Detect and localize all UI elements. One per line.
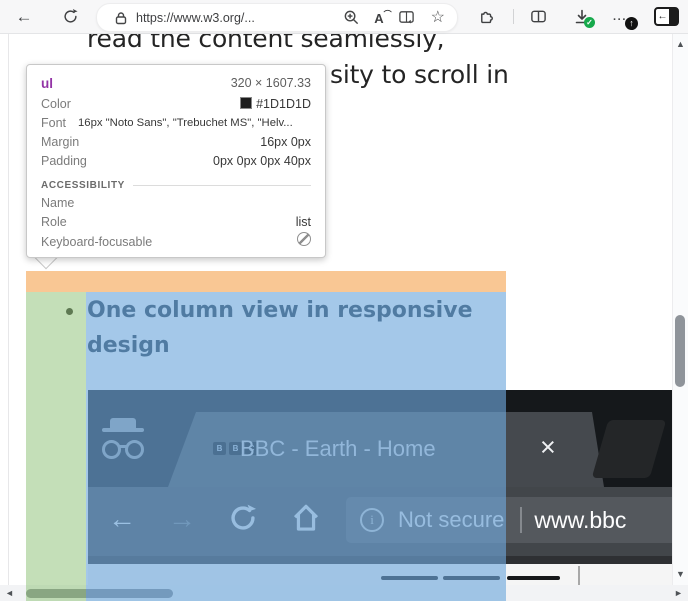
element-dimensions: 320 × 1607.33 — [231, 74, 311, 93]
a11y-label: Name — [41, 194, 74, 213]
property-value: 16px 0px — [260, 133, 311, 152]
property-label: Padding — [41, 152, 87, 171]
not-allowed-icon — [297, 232, 311, 252]
scroll-down-arrow[interactable]: ▼ — [676, 570, 685, 579]
update-badge: ↑ — [625, 17, 638, 30]
devtools-content-highlight — [86, 292, 506, 601]
toolbar-divider — [513, 9, 514, 24]
immersive-reader-icon[interactable] — [398, 9, 415, 26]
address-divider — [520, 507, 522, 533]
mobile-tab-close-icon: × — [540, 432, 556, 463]
paragraph-line-2-fragment: sity to scroll in — [330, 60, 509, 89]
property-label: Font — [41, 114, 66, 133]
lock-icon[interactable] — [114, 11, 128, 25]
split-screen-button[interactable] — [524, 4, 552, 30]
devtools-padding-highlight — [26, 292, 86, 601]
content-vertical-rule — [578, 566, 580, 585]
browser-toolbar: ← https://www.w3.org/... A⌒ — [0, 0, 688, 34]
download-done-badge: ✓ — [584, 17, 595, 28]
mobile-url-text: www.bbc — [534, 507, 626, 534]
property-value: 16px "Noto Sans", "Trebuchet MS", "Helv.… — [78, 114, 311, 133]
vertical-scrollbar[interactable] — [672, 33, 688, 585]
more-dots-icon: ··· ↑ — [613, 9, 631, 25]
section-rule — [133, 185, 311, 186]
vertical-scrollbar-thumb[interactable] — [675, 315, 685, 387]
read-aloud-icon[interactable]: A⌒ — [374, 9, 391, 26]
scroll-right-arrow[interactable]: ► — [674, 589, 683, 598]
property-value: #1D1D1D — [240, 95, 311, 114]
mobile-background-tab — [592, 420, 667, 478]
devtools-margin-highlight — [26, 271, 506, 292]
property-label: Color — [41, 95, 71, 114]
address-bar[interactable]: https://www.w3.org/... A⌒ ☆ — [96, 3, 458, 32]
color-swatch — [240, 97, 252, 109]
url-text[interactable]: https://www.w3.org/... — [136, 11, 255, 25]
refresh-button[interactable] — [56, 4, 84, 30]
download-icon: ✓ — [574, 9, 590, 25]
content-dash — [507, 576, 560, 580]
property-value: 0px 0px 0px 40px — [213, 152, 311, 171]
refresh-icon — [62, 8, 79, 25]
sidebar-icon: ← — [654, 7, 679, 26]
sidebar-toggle-button[interactable]: ← — [652, 4, 680, 30]
devtools-element-tooltip: ul 320 × 1607.33 Color #1D1D1D Font 16px… — [26, 64, 326, 258]
downloads-button[interactable]: ✓ — [568, 4, 596, 30]
favorites-star-icon[interactable]: ☆ — [431, 10, 445, 26]
page-left-border — [8, 33, 9, 585]
a11y-label: Keyboard-focusable — [41, 233, 152, 252]
split-screen-icon — [530, 8, 547, 25]
a11y-value: list — [296, 213, 311, 232]
element-tag: ul — [41, 74, 53, 93]
zoom-in-icon[interactable] — [343, 9, 360, 26]
back-button[interactable]: ← — [10, 4, 38, 30]
extensions-button[interactable] — [472, 4, 500, 30]
browser-window: read the content seamlessly, sity to scr… — [0, 0, 688, 601]
property-label: Margin — [41, 133, 79, 152]
settings-more-button[interactable]: ··· ↑ — [608, 4, 636, 30]
scroll-left-arrow[interactable]: ◄ — [5, 589, 14, 598]
accessibility-section-header: ACCESSIBILITY — [41, 180, 311, 191]
puzzle-icon — [478, 8, 495, 25]
a11y-label: Role — [41, 213, 67, 232]
scroll-up-arrow[interactable]: ▲ — [676, 40, 685, 49]
